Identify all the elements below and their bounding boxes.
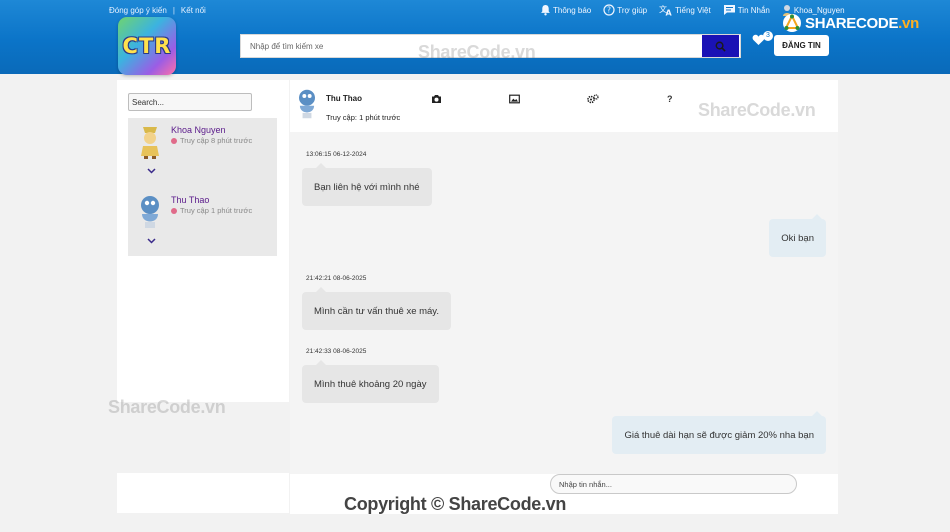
conversation-list: Khoa Nguyen Truy cập 8 phút trước Thu Th… — [128, 118, 277, 256]
vehicle-search-input[interactable] — [241, 35, 702, 57]
chat-panel: Thu Thao Truy cập: 1 phút trước ? 13:06:… — [290, 80, 838, 514]
top-links: Đóng góp ý kiến | Kết nối — [109, 6, 206, 15]
settings-icon[interactable] — [587, 94, 599, 104]
sharecode-brand-logo: SHARECODE.vn — [782, 13, 919, 33]
user-name: Khoa Nguyen — [171, 125, 226, 135]
message-timestamp: 13:06:15 06-12-2024 — [306, 151, 367, 158]
svg-text:A: A — [666, 9, 673, 17]
sharecode-brand-text: SHARECODE.vn — [805, 14, 919, 32]
site-logo[interactable]: CTR — [118, 17, 176, 75]
user-avatar — [141, 127, 159, 159]
status-dot-icon — [171, 207, 177, 214]
nav-notifications[interactable]: Thông báo — [540, 4, 591, 16]
nav-messages-label: Tin Nhắn — [737, 5, 770, 15]
sidebar-search-input[interactable] — [128, 93, 252, 111]
chat-header: Thu Thao Truy cập: 1 phút trước ? — [290, 80, 838, 132]
nav-language[interactable]: 文 A Tiếng Việt — [659, 4, 711, 16]
search-button[interactable] — [702, 35, 739, 57]
conversation-item-khoa-nguyen[interactable]: Khoa Nguyen Truy cập 8 phút trước — [128, 118, 277, 188]
image-icon[interactable] — [509, 94, 520, 104]
nav-language-label: Tiếng Việt — [675, 5, 711, 15]
message-bubble-received: Mình thuê khoảng 20 ngày — [302, 360, 439, 403]
copyright-watermark: Copyright © ShareCode.vn — [344, 494, 567, 514]
user-status-text: Truy cập 8 phút trước — [180, 136, 253, 145]
contact-name: Thu Thao — [326, 94, 362, 103]
svg-text:?: ? — [607, 6, 611, 15]
conversation-item-thu-thao[interactable]: Thu Thao Truy cập 1 phút trước — [128, 188, 277, 258]
message-thread: 13:06:15 06-12-2024 Bạn liên hệ với mình… — [290, 132, 838, 474]
nav-messages[interactable]: Tin Nhắn — [723, 4, 770, 16]
connect-link[interactable]: Kết nối — [181, 6, 206, 15]
search-icon — [715, 41, 726, 52]
site-logo-text: CTR — [122, 34, 172, 58]
chevron-down-icon[interactable] — [147, 168, 156, 174]
status-dot-icon — [171, 137, 177, 144]
user-avatar — [141, 196, 159, 228]
message-bubble-sent: Oki bạn — [769, 214, 826, 257]
message-bubble-received: Bạn liên hệ với mình nhé — [302, 163, 432, 206]
message-input[interactable] — [550, 474, 797, 494]
camera-icon[interactable] — [431, 94, 442, 104]
conversation-sidebar: Khoa Nguyen Truy cập 8 phút trước Thu Th… — [117, 80, 289, 402]
feedback-link[interactable]: Đóng góp ý kiến — [109, 6, 167, 15]
nav-help-label: Trợ giúp — [617, 5, 648, 15]
favorites-count-badge: 3 — [763, 31, 773, 41]
top-header: Đóng góp ý kiến | Kết nối CTR Thông báo … — [0, 0, 950, 75]
message-bubble-received: Mình cần tư vấn thuê xe máy. — [302, 287, 451, 330]
vehicle-search-bar — [240, 34, 741, 58]
top-links-separator: | — [172, 6, 175, 15]
user-name: Thu Thao — [171, 195, 210, 205]
sidebar-footer-panel — [117, 473, 289, 513]
post-listing-button[interactable]: ĐĂNG TIN — [774, 35, 829, 56]
sharecode-logo-icon — [783, 13, 801, 32]
nav-help[interactable]: ? Trợ giúp — [603, 4, 647, 16]
message-icon — [723, 5, 735, 15]
message-timestamp: 21:42:21 08-06-2025 — [306, 275, 367, 282]
user-status: Truy cập 1 phút trước — [171, 206, 252, 215]
help-icon: ? — [603, 4, 615, 16]
user-status-text: Truy cập 1 phút trước — [180, 206, 253, 215]
message-timestamp: 21:42:33 08-06-2025 — [306, 348, 367, 355]
chevron-down-icon[interactable] — [147, 238, 156, 244]
translate-icon: 文 A — [659, 4, 673, 16]
contact-avatar — [299, 89, 315, 119]
help-icon[interactable]: ? — [667, 94, 673, 104]
nav-notifications-label: Thông báo — [553, 5, 592, 15]
bell-icon — [541, 4, 550, 16]
user-status: Truy cập 8 phút trước — [171, 136, 252, 145]
contact-status: Truy cập: 1 phút trước — [326, 113, 401, 122]
message-bubble-sent: Giá thuê dài hạn sẽ được giảm 20% nha bạ… — [612, 411, 826, 454]
